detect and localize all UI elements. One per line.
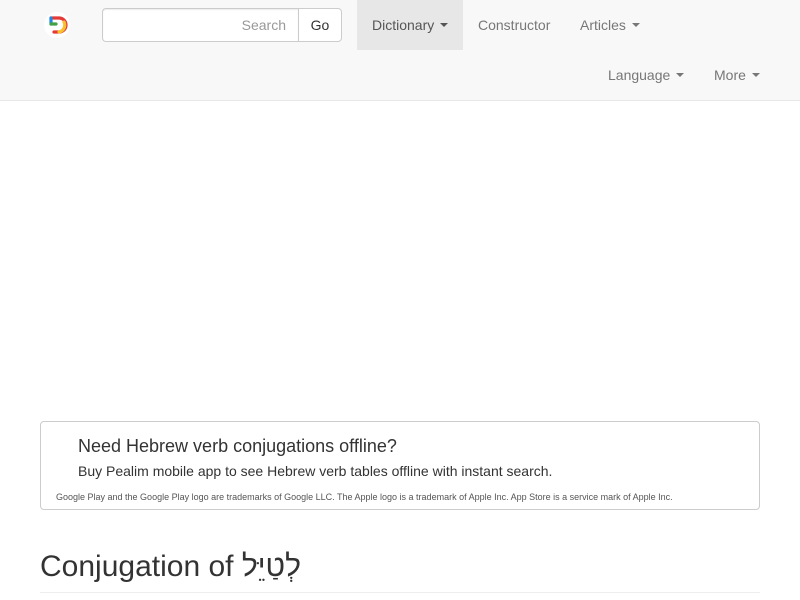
nav-constructor-label: Constructor [478,17,551,33]
nav-more-label: More [714,67,746,83]
caret-down-icon [440,23,449,27]
nav-dictionary-label: Dictionary [372,17,435,33]
promo-title: Need Hebrew verb conjugations offline? [78,436,397,456]
promo-text: Buy Pealim mobile app to see Hebrew verb… [78,463,553,479]
pealim-logo-icon[interactable] [42,10,72,40]
page-title: Conjugation of לְטַיֵּל [40,545,301,589]
logo-graphic [44,12,70,38]
search-form: Go [102,8,342,42]
page-title-hebrew-word: לְטַיֵּל [241,550,301,583]
trademark-note: Google Play and the Google Play logo are… [56,492,673,502]
nav-language-label: Language [608,67,671,83]
nav-dictionary-dropdown[interactable]: Dictionary [357,0,464,50]
caret-down-icon [631,23,640,27]
nav-more-dropdown[interactable]: More [699,50,775,100]
search-input[interactable] [102,8,298,42]
nav-articles-dropdown[interactable]: Articles [565,0,655,50]
nav-language-dropdown[interactable]: Language [593,50,699,100]
ad-placeholder [0,101,800,401]
top-navbar: Go Dictionary Constructor Articles Langu… [0,0,800,101]
caret-down-icon [676,73,685,77]
page-title-prefix: Conjugation of [40,550,242,583]
title-divider [40,592,760,593]
nav-constructor-link[interactable]: Constructor [463,0,565,50]
go-button[interactable]: Go [298,8,342,42]
app-promo-panel: Need Hebrew verb conjugations offline? B… [40,421,760,510]
nav-articles-label: Articles [580,17,626,33]
caret-down-icon [751,73,760,77]
